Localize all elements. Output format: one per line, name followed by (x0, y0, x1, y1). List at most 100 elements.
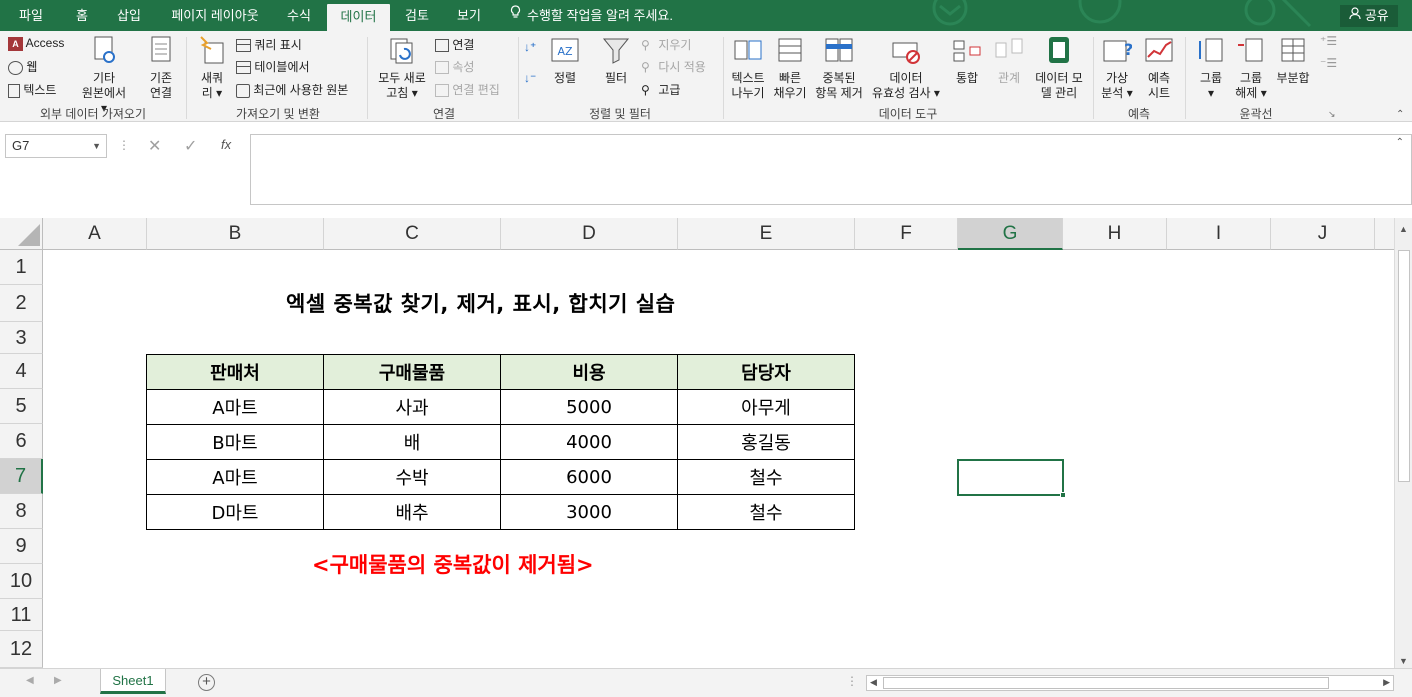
sort-desc-button[interactable]: ↓⁻ (524, 71, 536, 85)
tab-page-layout[interactable]: 페이지 레이아웃 (160, 0, 270, 31)
refresh-all-button[interactable]: 모두 새로 고침 ▾ (373, 35, 431, 101)
other-sources-button[interactable]: 기타 원본에서 ▾ (80, 35, 128, 116)
scroll-up-icon[interactable]: ▲ (1399, 224, 1408, 234)
horizontal-scroll-thumb[interactable] (883, 677, 1329, 689)
worksheet-grid[interactable]: A B C D E F G H I J 1 2 3 4 5 6 7 8 9 10… (0, 218, 1412, 668)
table-cell[interactable]: A마트 (146, 389, 324, 425)
table-cell[interactable]: 배 (323, 424, 501, 460)
relationships-button[interactable]: 관계 (990, 35, 1028, 86)
ungroup-button[interactable]: 그룹 해제 ▾ (1232, 35, 1270, 101)
tell-me-search[interactable]: 수행할 작업을 알려 주세요. (510, 0, 673, 31)
recent-sources-button[interactable]: 최근에 사용한 원본 (236, 81, 348, 98)
enter-icon[interactable]: ✓ (184, 136, 197, 156)
active-cell-g7[interactable] (957, 459, 1066, 498)
show-queries-button[interactable]: 쿼리 표시 (236, 36, 302, 53)
row-header-2[interactable]: 2 (0, 285, 43, 322)
duplicate-removed-note[interactable]: <구매물품의 중복값이 제거됨> (312, 549, 594, 579)
share-button[interactable]: 공유 (1340, 5, 1398, 27)
header-cell-item[interactable]: 구매물품 (323, 354, 501, 390)
column-header-d[interactable]: D (501, 218, 678, 250)
filter-button[interactable]: 필터 (596, 35, 636, 86)
table-cell[interactable]: 철수 (677, 459, 855, 495)
formula-input[interactable]: ⌃ (250, 134, 1412, 205)
table-cell[interactable]: 아무게 (677, 389, 855, 425)
collapse-ribbon-icon[interactable]: ⌃ (1396, 109, 1404, 120)
column-header-g[interactable]: G (958, 218, 1063, 250)
table-cell[interactable]: 홍길동 (677, 424, 855, 460)
table-cell[interactable]: 6000 (500, 459, 678, 495)
sheet-title[interactable]: 엑셀 중복값 찾기, 제거, 표시, 합치기 실습 (286, 288, 675, 318)
from-web-button[interactable]: 웹 (8, 58, 37, 75)
scroll-left-icon[interactable]: ◀ (870, 677, 877, 688)
connections-button[interactable]: 연결 (435, 36, 474, 53)
clear-filter-button[interactable]: ⚲ 지우기 (641, 36, 691, 53)
existing-connections-button[interactable]: 기존 연결 (140, 35, 182, 101)
table-cell[interactable]: 사과 (323, 389, 501, 425)
column-header-a[interactable]: A (43, 218, 147, 250)
column-header-i[interactable]: I (1167, 218, 1271, 250)
scroll-right-icon[interactable]: ▶ (1383, 677, 1390, 688)
tab-view[interactable]: 보기 (448, 0, 490, 31)
next-sheet-icon[interactable]: ▶ (54, 675, 62, 686)
from-text-button[interactable]: 텍스트 (8, 81, 56, 98)
header-cell-cost[interactable]: 비용 (500, 354, 678, 390)
row-header-5[interactable]: 5 (0, 389, 43, 424)
edit-links-button[interactable]: 연결 편집 (435, 81, 500, 98)
table-cell[interactable]: D마트 (146, 494, 324, 530)
horizontal-scrollbar[interactable]: ◀ ▶ (866, 675, 1394, 691)
table-cell[interactable]: B마트 (146, 424, 324, 460)
remove-duplicates-button[interactable]: 중복된 항목 제거 (812, 35, 866, 101)
column-header-b[interactable]: B (147, 218, 324, 250)
row-header-11[interactable]: 11 (0, 599, 43, 631)
row-header-8[interactable]: 8 (0, 494, 43, 529)
table-cell[interactable]: 배추 (323, 494, 501, 530)
sort-button[interactable]: AZ 정렬 (548, 35, 582, 86)
tab-formulas[interactable]: 수식 (278, 0, 320, 31)
advanced-filter-button[interactable]: ⚲ 고급 (641, 81, 680, 98)
prev-sheet-icon[interactable]: ◀ (26, 675, 34, 686)
header-cell-vendor[interactable]: 판매처 (146, 354, 324, 390)
forecast-sheet-button[interactable]: 예측 시트 (1140, 35, 1178, 101)
table-cell[interactable]: 수박 (323, 459, 501, 495)
table-cell[interactable]: 4000 (500, 424, 678, 460)
column-header-c[interactable]: C (324, 218, 501, 250)
table-cell[interactable]: 3000 (500, 494, 678, 530)
tab-home[interactable]: 홈 (62, 0, 102, 31)
from-table-button[interactable]: 테이블에서 (236, 58, 310, 75)
table-cell[interactable]: A마트 (146, 459, 324, 495)
text-to-columns-button[interactable]: 텍스트 나누기 (726, 35, 770, 101)
sort-asc-button[interactable]: ↓⁺ (524, 40, 536, 54)
consolidate-button[interactable]: 통합 (948, 35, 986, 86)
column-header-e[interactable]: E (678, 218, 855, 250)
fill-handle[interactable] (1060, 492, 1066, 498)
row-header-4[interactable]: 4 (0, 354, 43, 389)
from-access-button[interactable]: A Access (8, 36, 64, 51)
vertical-scrollbar[interactable]: ▲ ▼ (1394, 218, 1412, 670)
row-header-7[interactable]: 7 (0, 459, 43, 494)
show-detail-button[interactable]: ⁺☰ (1320, 34, 1337, 48)
hide-detail-button[interactable]: ⁻☰ (1320, 56, 1337, 70)
group-button[interactable]: 그룹 ▾ (1192, 35, 1230, 101)
subtotal-button[interactable]: 부분합 (1272, 35, 1314, 86)
tab-data[interactable]: 데이터 (327, 4, 390, 31)
header-cell-manager[interactable]: 담당자 (677, 354, 855, 390)
tab-split-icon[interactable]: ⋮ (846, 674, 858, 688)
table-cell[interactable]: 철수 (677, 494, 855, 530)
vertical-scroll-thumb[interactable] (1398, 250, 1410, 482)
scroll-down-icon[interactable]: ▼ (1399, 656, 1408, 666)
manage-data-model-button[interactable]: 데이터 모 델 관리 (1030, 35, 1088, 101)
reapply-filter-button[interactable]: ⚲ 다시 적용 (641, 58, 706, 75)
add-sheet-icon[interactable]: + (198, 674, 215, 691)
column-header-h[interactable]: H (1063, 218, 1167, 250)
row-header-1[interactable]: 1 (0, 250, 43, 285)
column-header-j[interactable]: J (1271, 218, 1375, 250)
row-header-3[interactable]: 3 (0, 322, 43, 354)
tab-file[interactable]: 파일 (10, 0, 52, 31)
cancel-icon[interactable]: ✕ (148, 136, 161, 156)
row-header-9[interactable]: 9 (0, 529, 43, 564)
column-header-f[interactable]: F (855, 218, 958, 250)
data-validation-button[interactable]: 데이터 유효성 검사 ▾ (868, 35, 944, 101)
sheet-tab-sheet1[interactable]: Sheet1 (100, 669, 166, 694)
expand-formula-icon[interactable]: ⌃ (1396, 137, 1404, 148)
row-header-12[interactable]: 12 (0, 631, 43, 668)
